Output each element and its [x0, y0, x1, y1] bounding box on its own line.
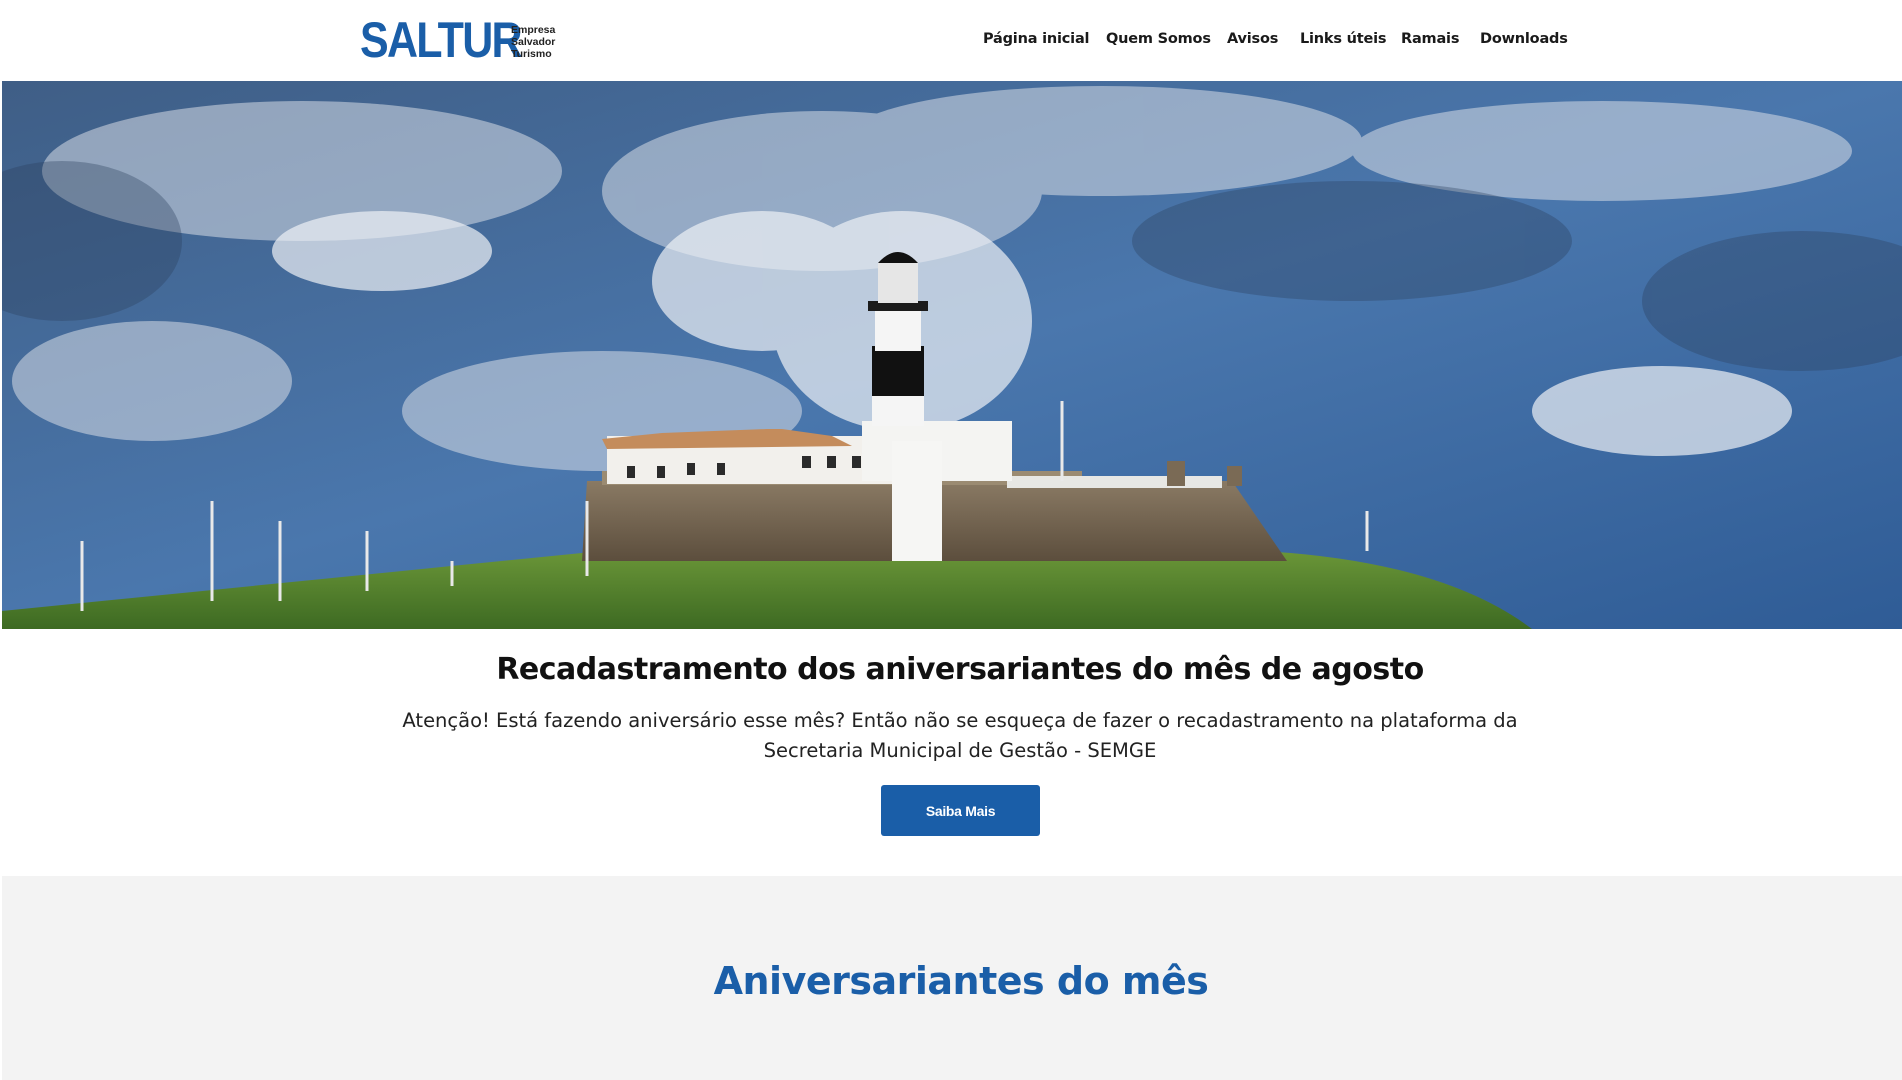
birthdays-title: Aniversariantes do mês	[713, 959, 1209, 1003]
nav-item-downloads[interactable]: Downloads	[1480, 31, 1568, 47]
hero-banner-image	[2, 81, 1902, 629]
announcement-text-line1: Atenção! Está fazendo aniversário esse m…	[402, 709, 1518, 732]
site-header: SALTUR Empresa Salvador Turismo Página i…	[0, 0, 1902, 81]
announcement-text: Atenção! Está fazendo aniversário esse m…	[370, 706, 1550, 766]
nav-item-links-uteis[interactable]: Links úteis	[1300, 31, 1387, 47]
nav-item-quem-somos[interactable]: Quem Somos	[1106, 31, 1211, 47]
nav-item-pagina-inicial[interactable]: Página inicial	[983, 31, 1090, 47]
nav-item-avisos[interactable]: Avisos	[1227, 31, 1278, 47]
lighthouse-illustration	[2, 81, 1902, 629]
birthdays-section: Aniversariantes do mês	[2, 876, 1902, 1080]
announcement-title: Recadastramento dos aniversariantes do m…	[496, 652, 1424, 687]
main-nav: Página inicial Quem Somos Avisos Links ú…	[0, 31, 1902, 51]
announcement-text-line2: Secretaria Municipal de Gestão - SEMGE	[763, 739, 1157, 762]
nav-item-ramais[interactable]: Ramais	[1401, 31, 1459, 47]
saiba-mais-button[interactable]: Saiba Mais	[881, 785, 1040, 836]
